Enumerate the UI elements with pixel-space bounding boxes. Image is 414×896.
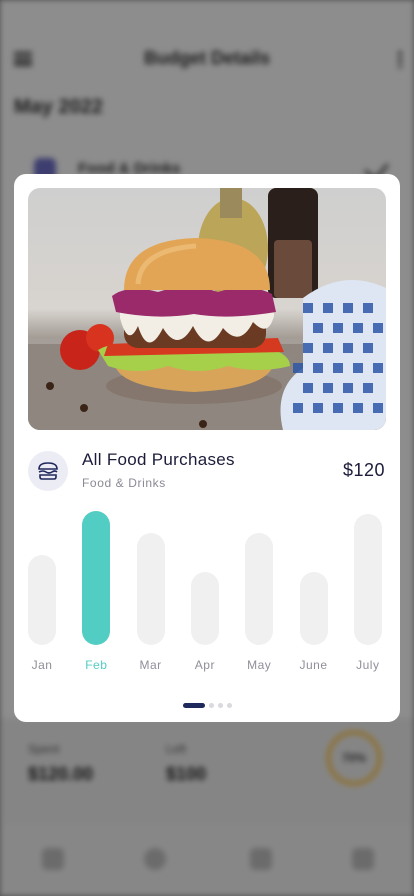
x-label-feb[interactable]: Feb bbox=[71, 658, 121, 672]
bar-jan[interactable] bbox=[28, 555, 56, 645]
purchase-detail-card: All Food Purchases Food & Drinks $120 Ja… bbox=[14, 174, 400, 722]
bar-may[interactable] bbox=[245, 533, 274, 645]
monthly-spending-chart: Jan Feb Mar Apr May June July bbox=[14, 504, 400, 684]
burger-icon bbox=[28, 451, 68, 491]
x-label-jan[interactable]: Jan bbox=[17, 658, 67, 672]
x-label-june[interactable]: June bbox=[289, 658, 339, 672]
purchase-title: All Food Purchases bbox=[82, 450, 235, 469]
page-dot[interactable] bbox=[209, 703, 214, 708]
x-label-apr[interactable]: Apr bbox=[180, 658, 230, 672]
purchase-category: Food & Drinks bbox=[82, 476, 166, 490]
bar-mar[interactable] bbox=[136, 533, 165, 645]
page-indicator bbox=[14, 703, 400, 709]
x-label-july[interactable]: July bbox=[343, 658, 393, 672]
bar-apr[interactable] bbox=[190, 572, 219, 645]
x-label-may[interactable]: May bbox=[234, 658, 284, 672]
bar-june[interactable] bbox=[299, 572, 328, 645]
page-dot[interactable] bbox=[183, 703, 205, 708]
x-label-mar[interactable]: Mar bbox=[126, 658, 176, 672]
burger-photo bbox=[28, 188, 386, 430]
bar-july[interactable] bbox=[353, 514, 382, 645]
page-dot[interactable] bbox=[218, 703, 223, 708]
purchase-amount: $120 bbox=[342, 460, 385, 480]
page-dot[interactable] bbox=[227, 703, 232, 708]
bar-feb[interactable] bbox=[82, 511, 111, 645]
